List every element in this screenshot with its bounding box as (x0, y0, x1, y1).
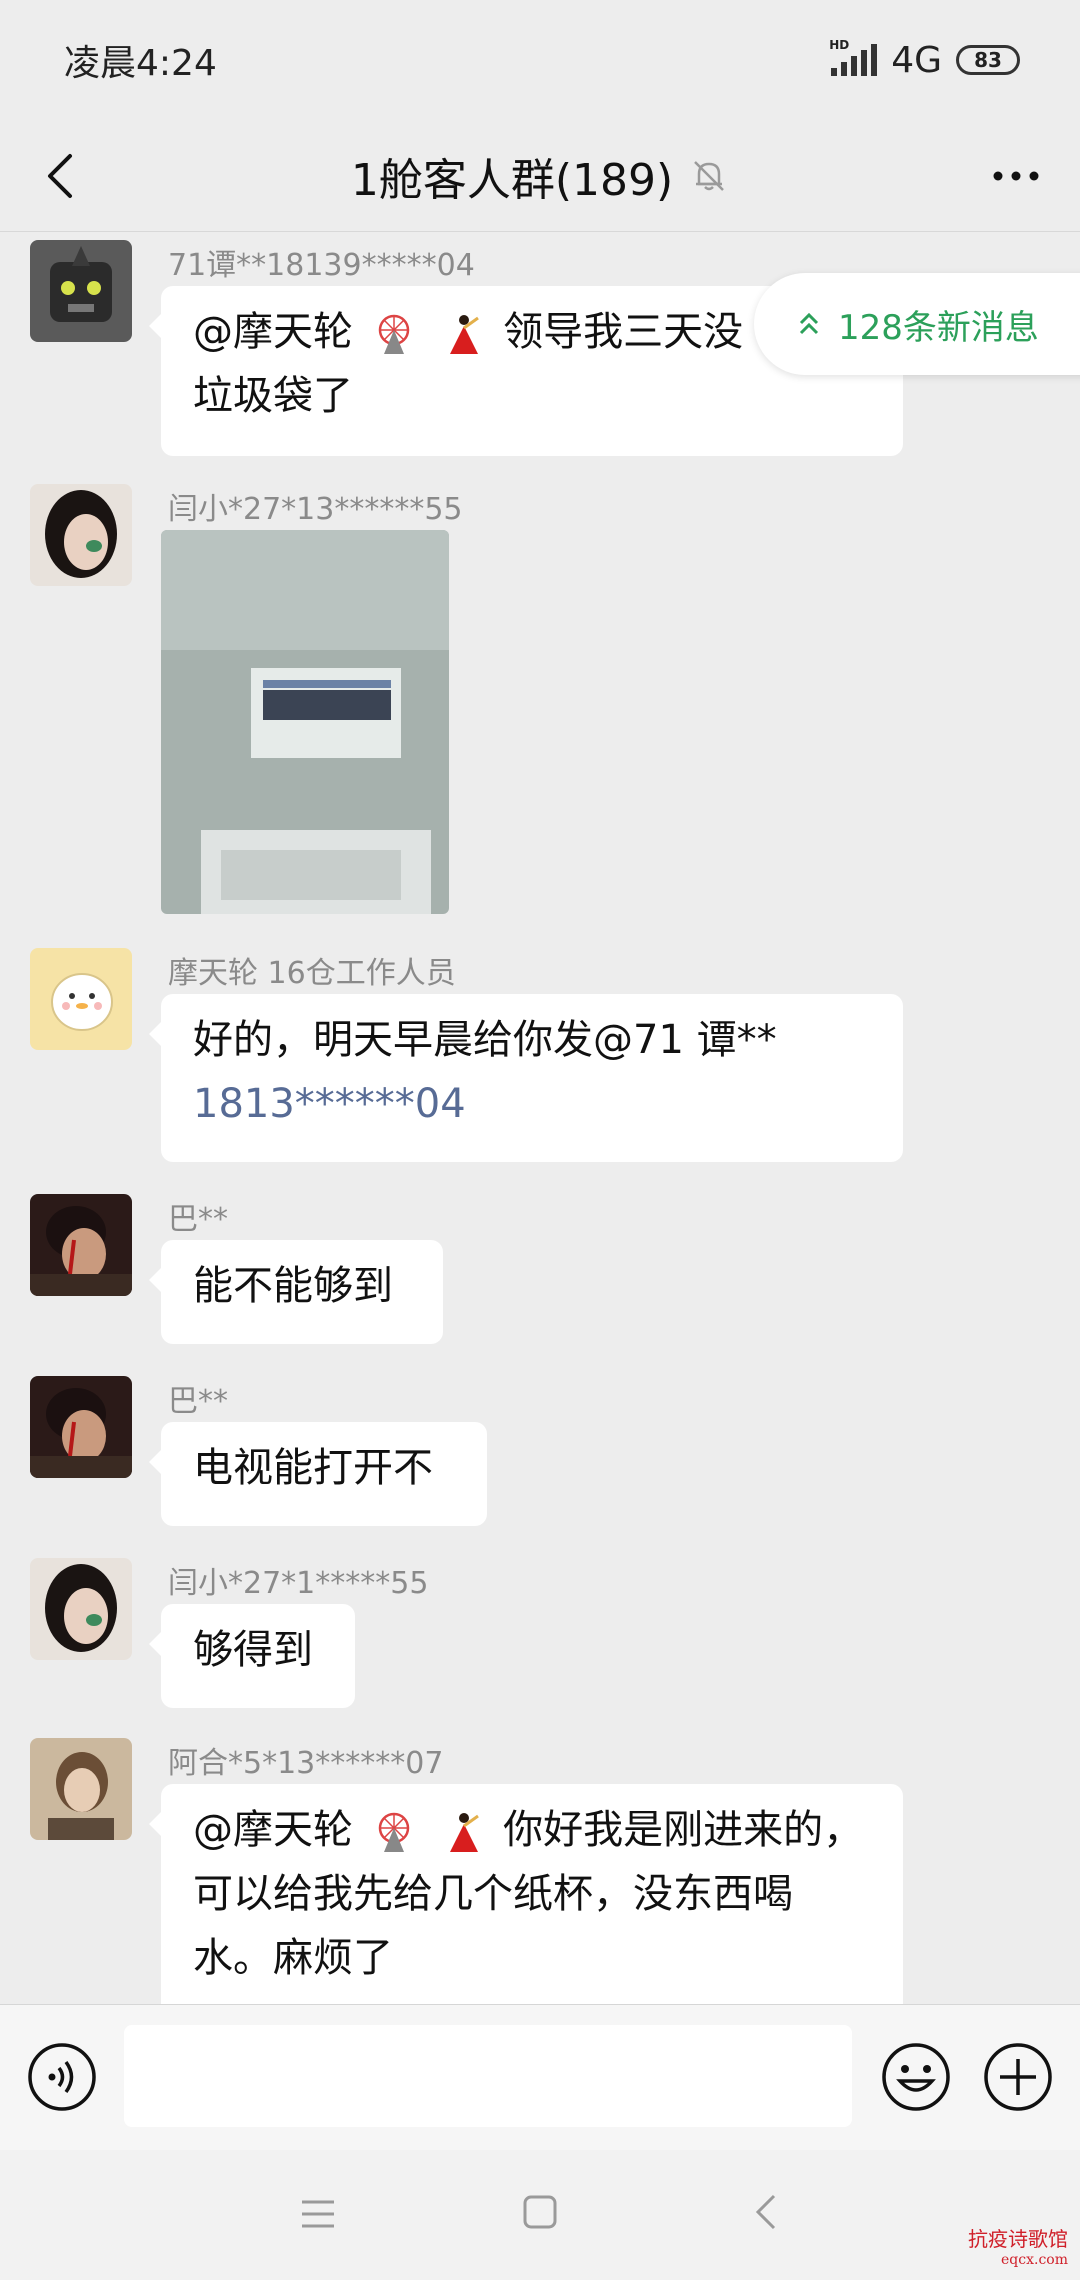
message-text: 能不能够到 (193, 1263, 393, 1309)
dancer-icon (450, 315, 480, 354)
message-bubble[interactable]: 能不能够到 (149, 1240, 443, 1344)
sender-name: 巴** (168, 1384, 228, 1419)
status-indicators: HD 4G 83 (829, 38, 1020, 81)
hd-label: HD (829, 38, 850, 52)
avatar[interactable] (30, 948, 132, 1050)
avatar[interactable] (30, 1738, 132, 1840)
system-navigation-bar: 抗疫诗歌馆 eqcx.com (0, 2150, 1080, 2280)
menu-icon[interactable] (298, 2196, 338, 2232)
chat-title: 1舱客人群(189) (350, 154, 674, 206)
mention-text: @摩天轮 (193, 1807, 353, 1853)
battery-level: 83 (974, 48, 1002, 72)
ferris-wheel-icon (378, 1812, 409, 1852)
avatar[interactable] (30, 484, 132, 586)
new-messages-button[interactable]: 128条新消息 (754, 273, 1080, 375)
message-bubble[interactable]: @摩天轮 你好我是刚进来的， 可以给我先给几个纸杯，没东西喝 水。麻烦了 (149, 1784, 903, 2004)
message-text: 电视能打开不 (193, 1445, 433, 1491)
double-chevron-up-icon (799, 312, 819, 335)
sender-name: 阿合*5*13******07 (168, 1746, 444, 1781)
message-item: 阿合*5*13******07 @摩天轮 你好我是刚进来的， 可以给我先给几个纸… (0, 1738, 1080, 2004)
chat-header: 1舱客人群(189) (0, 120, 1080, 232)
emoji-icon[interactable] (880, 2041, 952, 2113)
message-item: 巴** 能不能够到 (0, 1194, 1080, 1344)
message-text-line3: 水。麻烦了 (193, 1935, 393, 1981)
message-item: 闫小*27*1*****55 够得到 (0, 1558, 1080, 1708)
message-item: 摩天轮 16仓工作人员 好的，明天早晨给你发@71 谭** 1813******… (0, 948, 1080, 1168)
status-time: 凌晨4:24 (64, 43, 217, 84)
sender-name: 闫小*27*13******55 (168, 492, 463, 527)
message-text-line2: 可以给我先给几个纸杯，没东西喝 (193, 1871, 793, 1917)
sender-nickname: 摩天轮 (168, 956, 258, 991)
message-text: 你好我是刚进来的， (503, 1807, 864, 1853)
avatar[interactable] (30, 1376, 132, 1478)
message-bubble[interactable]: 电视能打开不 (149, 1422, 487, 1526)
message-input-bar (0, 2004, 1080, 2150)
message-text-line2: 垃圾袋了 (193, 373, 353, 419)
system-back-icon[interactable] (752, 2192, 782, 2232)
avatar[interactable] (30, 1558, 132, 1660)
sender-name: 摩天轮 16仓工作人员 (168, 948, 456, 992)
status-bar: 凌晨4:24 HD 4G 83 (0, 0, 1080, 120)
voice-input-icon[interactable] (26, 2041, 98, 2113)
avatar[interactable] (30, 1194, 132, 1296)
new-messages-label: 128条新消息 (838, 307, 1039, 348)
message-text: 够得到 (193, 1627, 313, 1673)
chat-title-wrap: 1舱客人群(189) (351, 144, 729, 208)
message-bubble[interactable]: 够得到 (149, 1604, 355, 1708)
ferris-wheel-icon (378, 314, 409, 354)
mention-text: @摩天轮 (193, 309, 353, 355)
plus-icon[interactable] (982, 2041, 1054, 2113)
chat-message-list[interactable]: 71谭**18139*****04 @摩天轮 领导我三天没 垃圾袋了 闫小*27… (0, 232, 1080, 2004)
photo-message[interactable] (161, 530, 449, 914)
message-bubble[interactable]: 好的，明天早晨给你发@71 谭** 1813******04 (149, 994, 903, 1162)
more-options-icon[interactable] (986, 150, 1046, 202)
watermark-url: eqcx.com (1001, 2252, 1068, 2268)
battery-icon: 83 (956, 45, 1020, 75)
network-type: 4G (891, 39, 942, 81)
message-item: 巴** 电视能打开不 (0, 1376, 1080, 1526)
sender-name: 巴** (168, 1202, 228, 1237)
back-arrow-icon[interactable] (36, 148, 92, 204)
message-line: @摩天轮 你好我是刚进来的， (193, 1798, 871, 1862)
dancer-icon (450, 1813, 480, 1852)
message-input[interactable] (124, 2025, 852, 2127)
signal-icon: HD (829, 38, 878, 76)
home-icon[interactable] (522, 2194, 558, 2230)
message-text: 好的，明天早晨给你发@71 谭** (193, 1017, 777, 1063)
watermark: 抗疫诗歌馆 eqcx.com (968, 2223, 1068, 2268)
message-text: 领导我三天没 (503, 309, 744, 355)
phone-link[interactable]: 1813******04 (193, 1072, 871, 1136)
sender-name: 71谭**18139*****04 (168, 248, 475, 283)
sender-name: 闫小*27*1*****55 (168, 1566, 429, 1601)
mute-bell-icon (694, 160, 725, 191)
avatar[interactable] (30, 240, 132, 342)
sender-suffix: 16仓工作人员 (267, 956, 456, 991)
watermark-title: 抗疫诗歌馆 (968, 2227, 1068, 2251)
